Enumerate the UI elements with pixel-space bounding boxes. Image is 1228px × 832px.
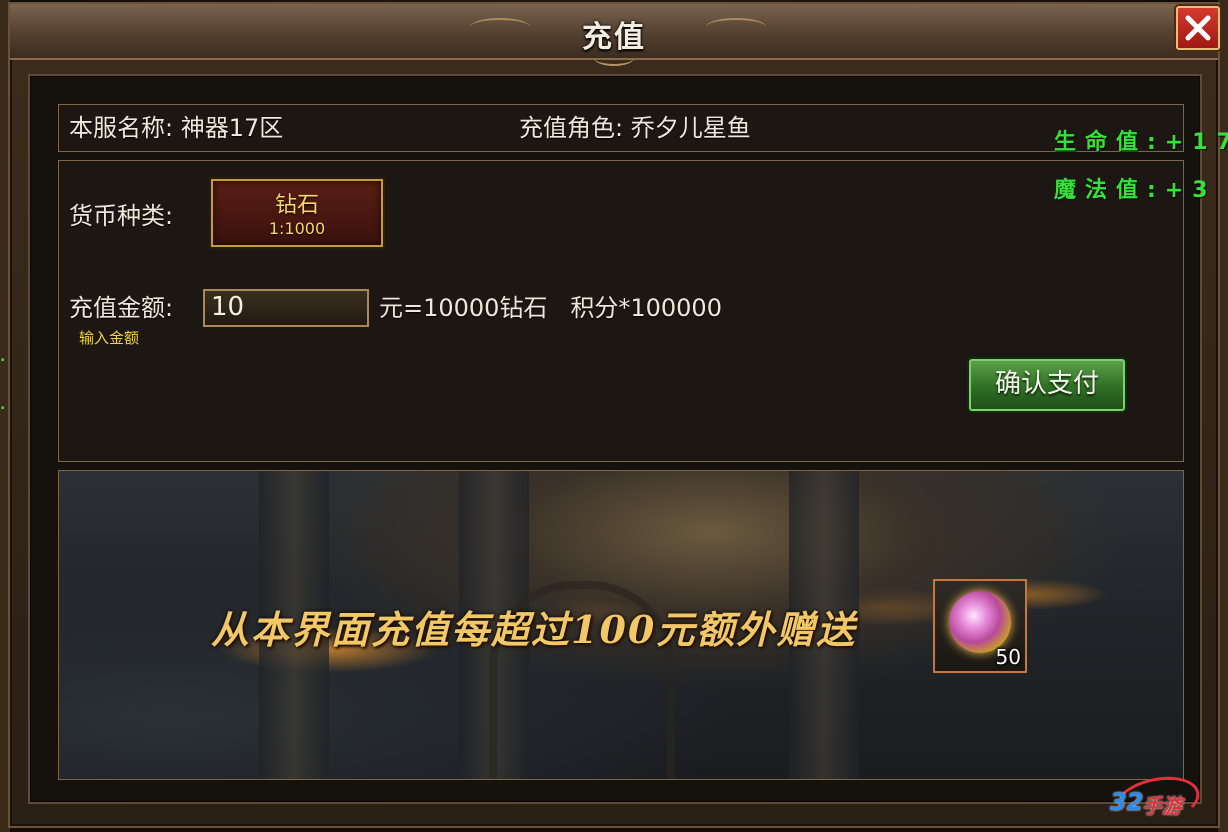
currency-rate: 1:1000 [268,219,326,238]
promo-text: 从本界面充值每超过100元额外赠送 [211,607,857,652]
currency-option-diamond[interactable]: 钻石 1:1000 [211,179,383,247]
dialog-titlebar: 充值 [10,4,1218,66]
hp-stat: 生命值:+17 [1054,130,1228,155]
orb-icon [949,591,1011,653]
amount-input[interactable]: 10 [203,289,369,327]
mp-stat: 魔法值:+3 [1054,178,1217,203]
info-bar: 本服名称: 神器17区 充值角色: 乔夕儿星鱼 [58,104,1184,152]
watermark-number: 32 [1110,788,1144,816]
dialog-content: 本服名称: 神器17区 充值角色: 乔夕儿星鱼 货币种类: 钻石 1:1000 … [28,74,1202,804]
site-watermark: 32 手游 [1104,769,1204,832]
recharge-dialog: 充值 本服名称: 神器17区 充值角色: 乔夕儿星鱼 货币种类: 钻石 1:10… [8,2,1220,828]
promo-banner: 从本界面充值每超过100元额外赠送 50 [58,470,1184,780]
amount-label: 充值金额: [69,294,174,322]
currency-name: 钻石 [274,193,319,218]
close-icon [1185,15,1211,41]
reward-item[interactable]: 50 [933,579,1027,673]
recharge-role: 充值角色: 乔夕儿星鱼 [519,114,751,142]
amount-hint: 输入金额 [79,329,140,347]
close-button[interactable] [1176,6,1220,50]
title-bottom-ornament [594,50,634,66]
amount-conversion: 元=10000钻石 积分*100000 [379,294,722,322]
recharge-form: 货币种类: 钻石 1:1000 充值金额: 输入金额 10 元=10000钻石 … [58,160,1184,462]
currency-type-label: 货币种类: [69,202,174,230]
reward-count: 50 [995,645,1021,669]
watermark-text: 手游 [1142,794,1182,818]
confirm-payment-button[interactable]: 确认支付 [969,359,1125,411]
server-name: 本服名称: 神器17区 [69,114,284,142]
